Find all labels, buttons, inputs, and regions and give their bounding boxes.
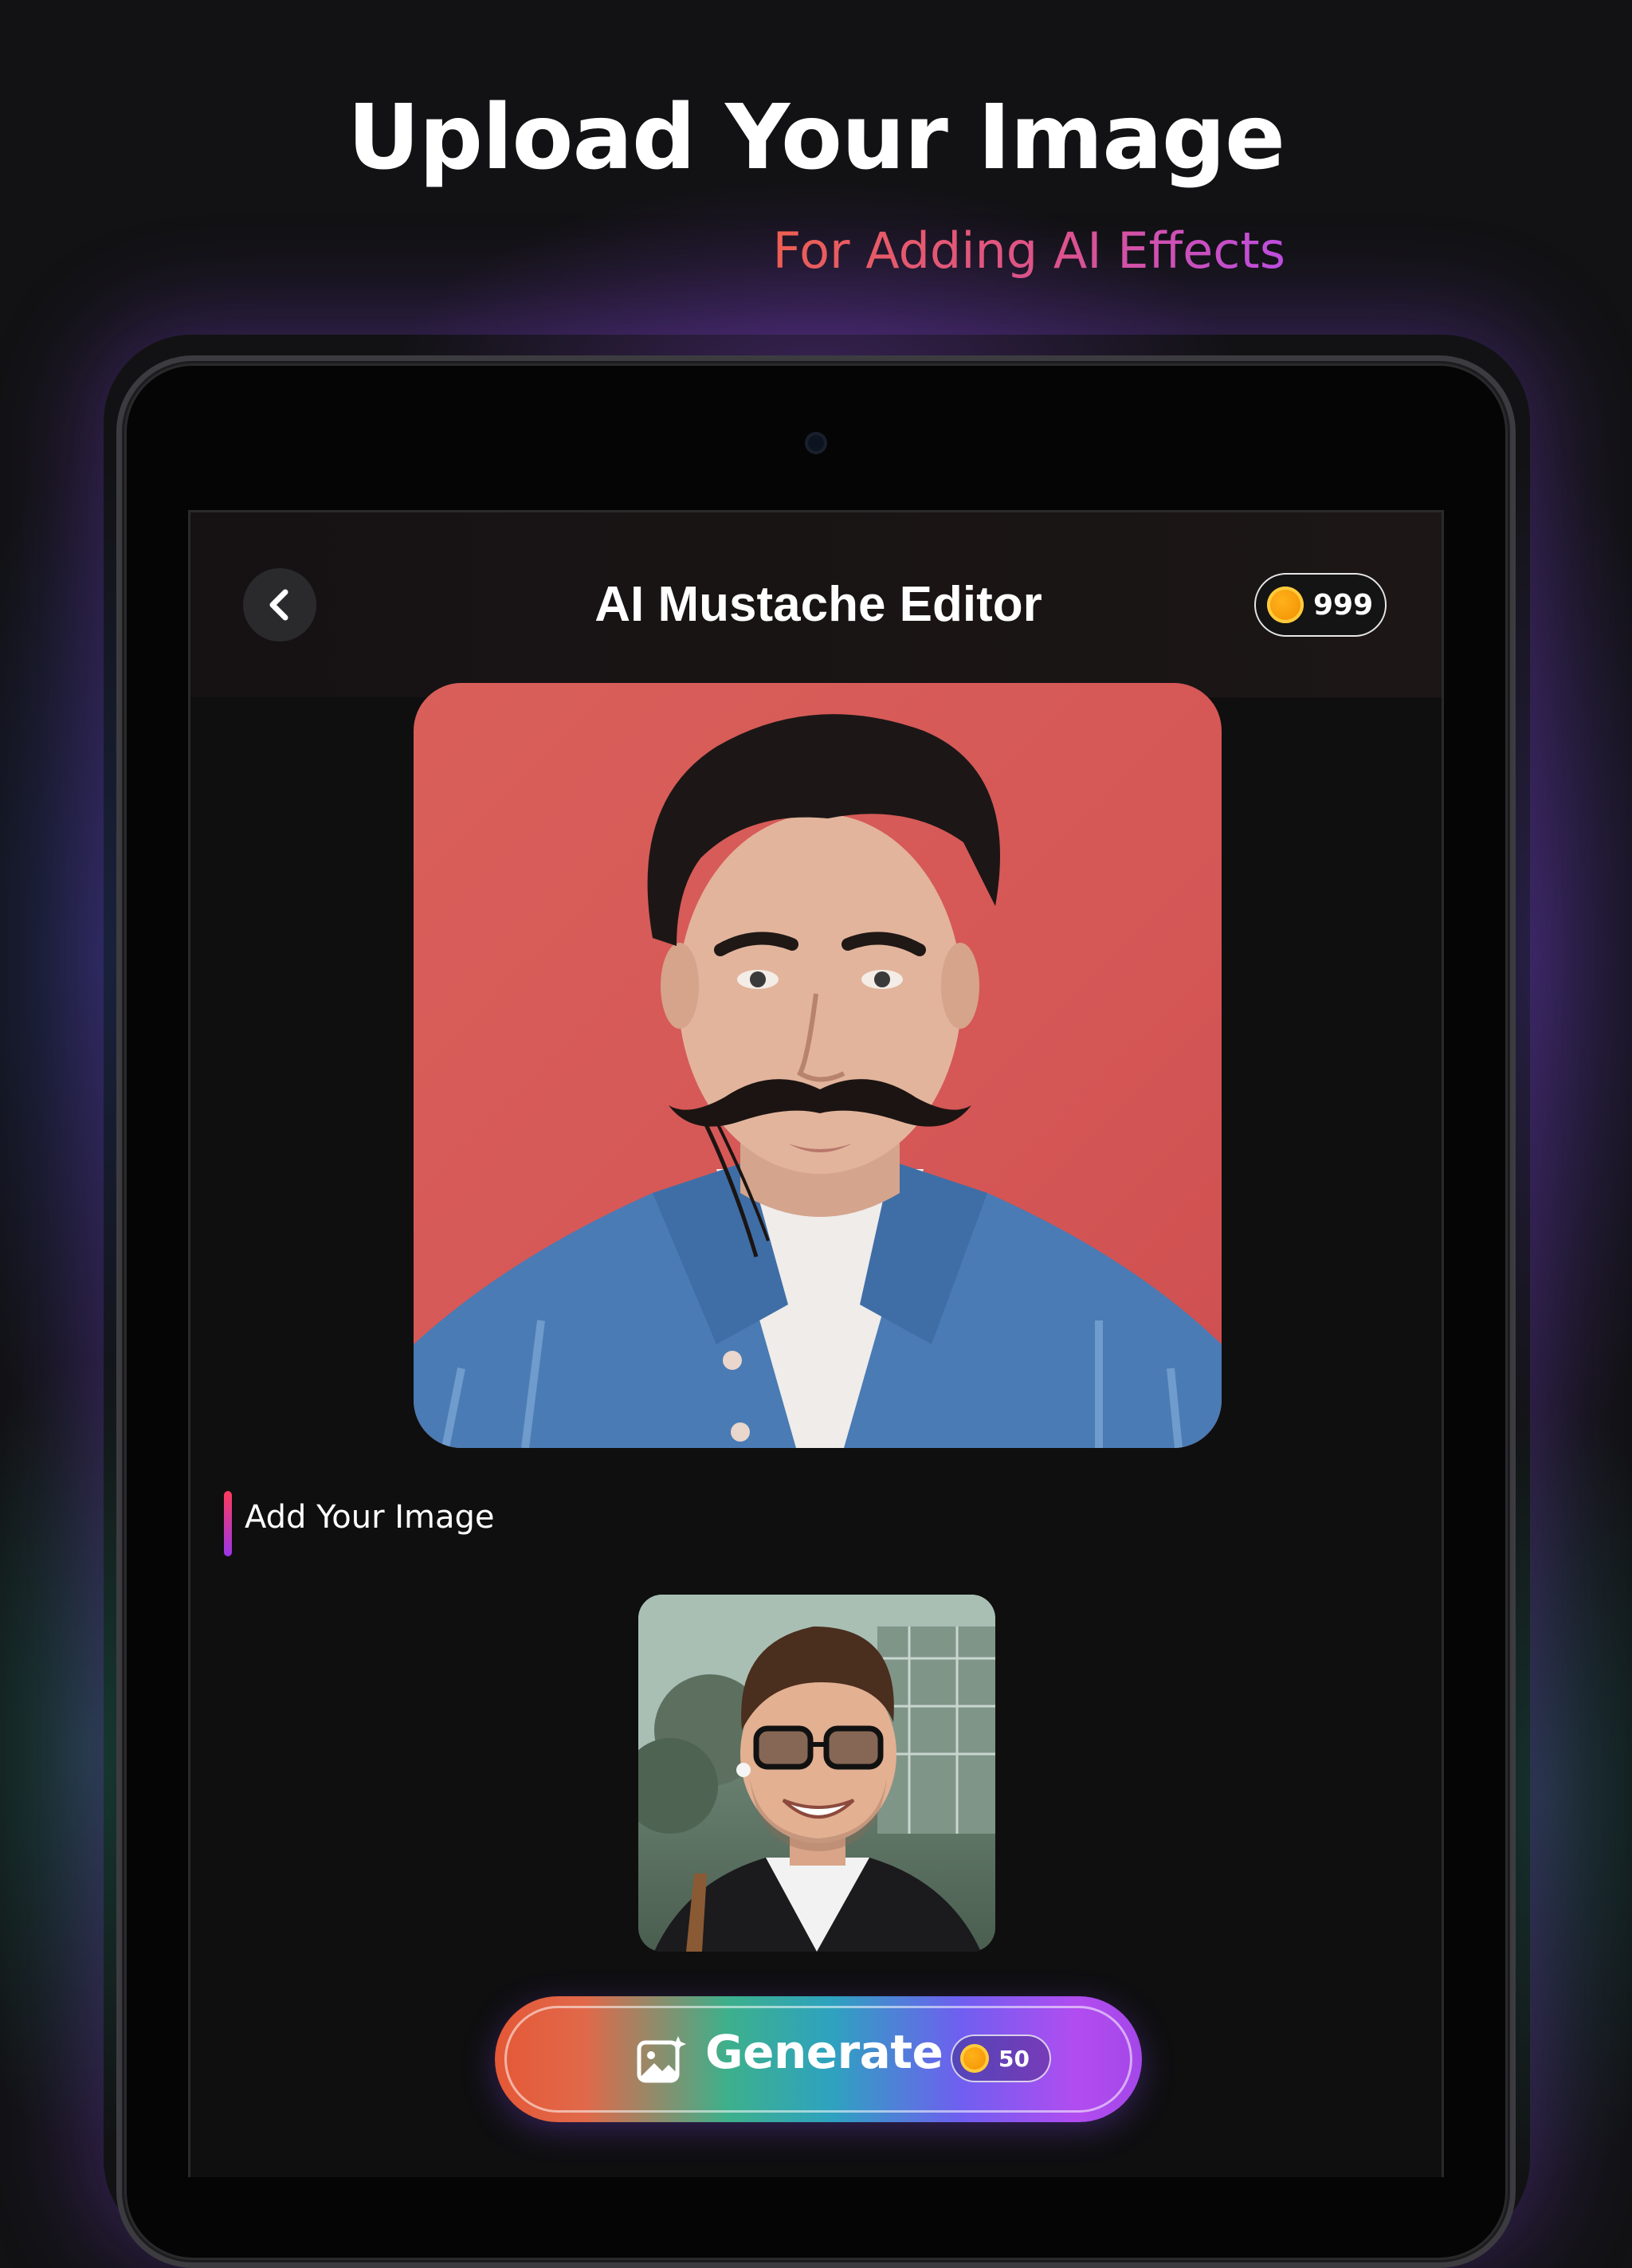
section-accent-bar: [224, 1491, 232, 1556]
section-label: Add Your Image: [245, 1499, 495, 1536]
coin-icon: [1267, 587, 1304, 623]
generate-cost-badge: 50: [951, 2035, 1051, 2082]
uploaded-photo-illustration: [638, 1595, 995, 1952]
generate-label: Generate: [705, 2025, 944, 2079]
result-preview-image: [414, 683, 1222, 1448]
coin-balance: 999: [1313, 588, 1374, 622]
uploaded-image-thumbnail[interactable]: [638, 1595, 995, 1952]
generate-button[interactable]: Generate 50: [495, 1996, 1142, 2122]
generate-cost: 50: [998, 2045, 1030, 2072]
marketing-headline: Upload Your Image: [347, 86, 1285, 190]
coin-icon: [960, 2044, 989, 2073]
marketing-subheadline: For Adding AI Effects: [772, 222, 1285, 280]
image-sparkle-icon: [637, 2036, 686, 2083]
coin-balance-badge[interactable]: 999: [1254, 573, 1387, 637]
man-with-mustache-illustration: [414, 714, 1222, 1448]
front-camera: [805, 432, 827, 454]
app-bar: AI Mustache Editor 999: [190, 512, 1442, 697]
app-screen: AI Mustache Editor 999 Add Your Image Ge…: [188, 510, 1444, 2177]
